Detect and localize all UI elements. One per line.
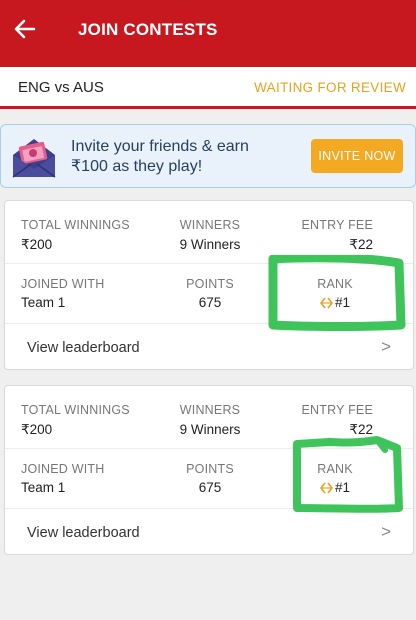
invite-banner: Invite your friends & earn ₹100 as they … (0, 124, 416, 188)
invite-line-2: ₹100 as they play! (71, 158, 203, 175)
rank-value-wrap: #1 (295, 480, 375, 495)
divider (5, 323, 413, 324)
points-value: 675 (198, 480, 222, 495)
entry-fee-value: ₹22 (349, 422, 373, 437)
joined-with-label: JOINED WITH (21, 277, 105, 291)
chevron-right-icon[interactable]: > (381, 337, 391, 357)
invite-message: Invite your friends & earn ₹100 as they … (71, 137, 249, 177)
rank-value: #1 (334, 295, 351, 310)
page-title: JOIN CONTESTS (78, 20, 218, 39)
total-winnings-label: TOTAL WINNINGS (21, 403, 130, 417)
contest-card: TOTAL WINNINGS ₹200 WINNERS 9 Winners EN… (4, 385, 414, 555)
invite-line-1: Invite your friends & earn (71, 138, 249, 155)
points-value: 675 (198, 295, 222, 310)
invite-envelope-icon (12, 139, 56, 178)
view-leaderboard-link[interactable]: View leaderboard (27, 340, 140, 356)
back-button[interactable] (10, 14, 40, 44)
total-winnings-value: ₹200 (21, 422, 53, 437)
match-info-bar: ENG vs AUS WAITING FOR REVIEW (0, 67, 416, 109)
invite-now-button[interactable]: INVITE NOW (311, 139, 403, 173)
divider (5, 263, 413, 264)
winners-value: 9 Winners (179, 237, 241, 252)
divider (5, 508, 413, 509)
winners-label: WINNERS (179, 218, 241, 232)
joined-with-value: Team 1 (21, 295, 66, 310)
chevron-right-icon[interactable]: > (381, 522, 391, 542)
joined-with-label: JOINED WITH (21, 462, 105, 476)
arrow-left-icon (14, 19, 36, 39)
entry-fee-label: ENTRY FEE (301, 403, 373, 417)
view-leaderboard-link[interactable]: View leaderboard (27, 525, 140, 541)
total-winnings-value: ₹200 (21, 237, 53, 252)
rank-change-icon (319, 482, 333, 493)
points-label: POINTS (186, 277, 234, 291)
rank-label: RANK (317, 277, 353, 291)
joined-with-value: Team 1 (21, 480, 66, 495)
points-label: POINTS (186, 462, 234, 476)
app-bar: JOIN CONTESTS (0, 0, 416, 68)
winners-label: WINNERS (179, 403, 241, 417)
entry-fee-value: ₹22 (349, 237, 373, 252)
rank-value: #1 (334, 480, 351, 495)
match-name: ENG vs AUS (18, 79, 104, 96)
rank-label: RANK (317, 462, 353, 476)
contest-card: TOTAL WINNINGS ₹200 WINNERS 9 Winners EN… (4, 200, 414, 370)
rank-change-icon (319, 297, 333, 308)
total-winnings-label: TOTAL WINNINGS (21, 218, 130, 232)
winners-value: 9 Winners (179, 422, 241, 437)
divider (5, 448, 413, 449)
highlight-annotation (268, 255, 406, 331)
match-status: WAITING FOR REVIEW (254, 80, 406, 95)
rank-value-wrap: #1 (295, 295, 375, 310)
entry-fee-label: ENTRY FEE (301, 218, 373, 232)
